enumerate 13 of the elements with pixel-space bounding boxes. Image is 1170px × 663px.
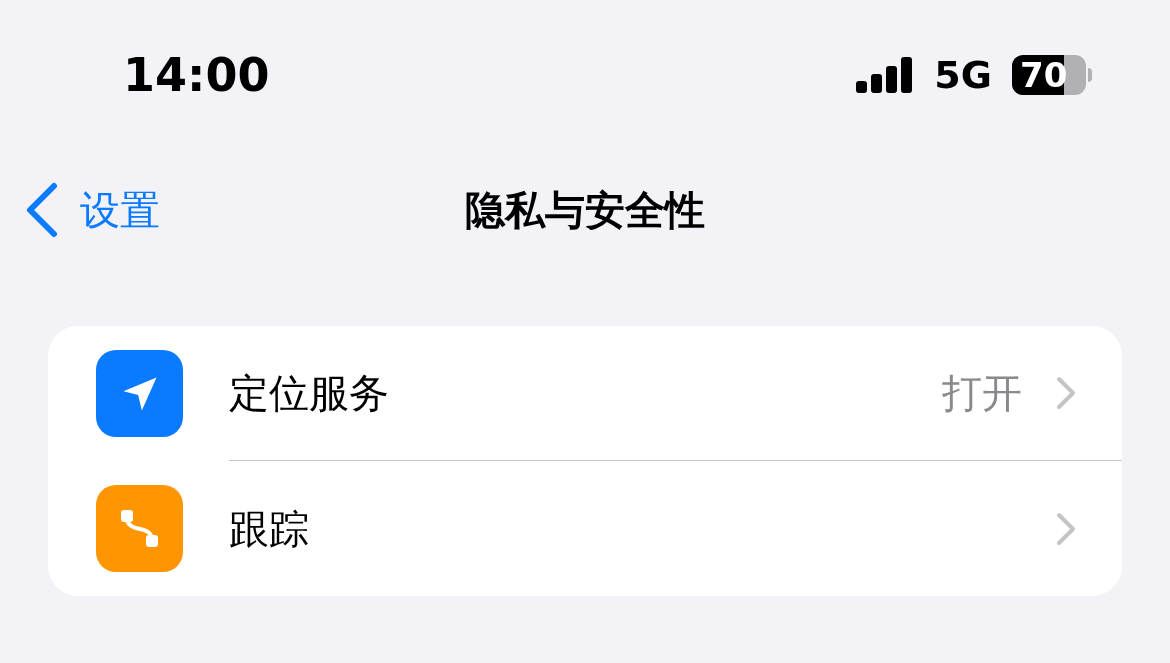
chevron-icon [1056,511,1076,546]
settings-row[interactable]: 跟踪 [48,461,1122,596]
page-title: 隐私与安全性 [465,186,705,235]
signal-icon [856,57,915,93]
row-value: 打开 [942,369,1022,418]
back-chevron-icon [24,182,58,238]
back-button[interactable]: 设置 [24,180,160,240]
network-label: 5G [934,51,992,99]
row-label: 定位服务 [229,369,390,418]
chevron-icon [1056,376,1076,410]
row-label: 跟踪 [229,504,310,554]
settings-row[interactable]: 定位服务 打开 [48,326,1122,461]
status-time: 14:00 [123,46,270,104]
